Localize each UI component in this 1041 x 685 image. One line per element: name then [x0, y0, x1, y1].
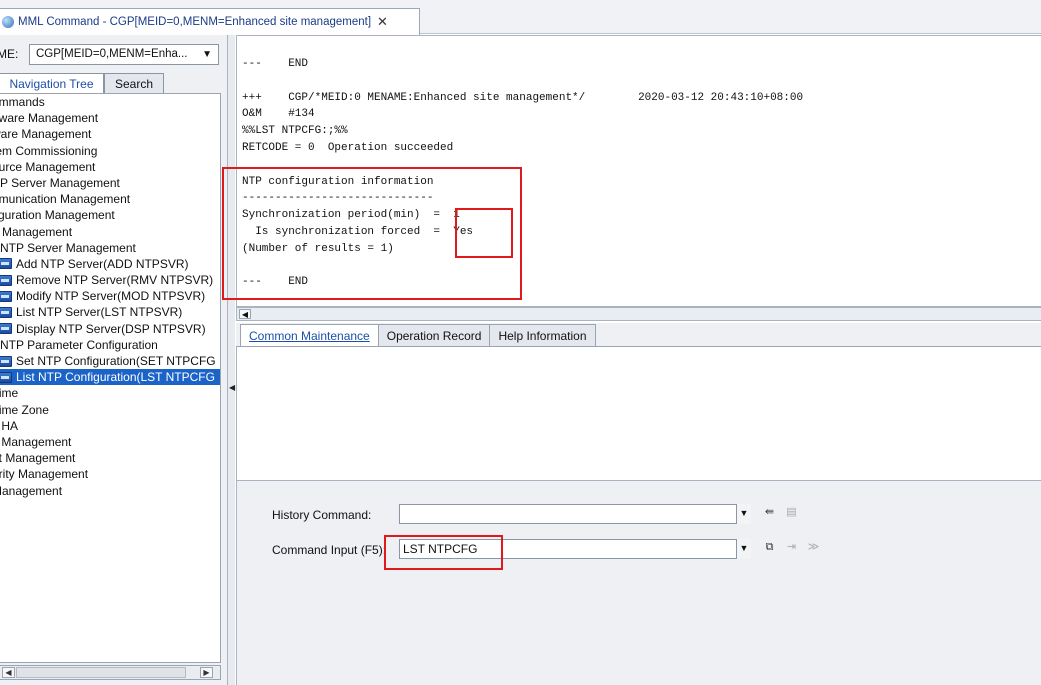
tree-item[interactable]: List NTP Server(LST NTPSVR)	[0, 304, 220, 320]
chevron-down-icon[interactable]: ▼	[736, 539, 751, 559]
output-horizontal-scrollbar[interactable]: ◀	[236, 307, 1041, 321]
tree-item[interactable]: nt Management	[0, 450, 220, 466]
tree-item[interactable]: Modify NTP Server(MOD NTPSVR)	[0, 288, 220, 304]
chevron-down-icon[interactable]: ▼	[736, 504, 751, 524]
tree-item-label: J HA	[0, 418, 19, 433]
command-input-label: Command Input (F5):	[272, 543, 387, 557]
tree-item[interactable]: Display NTP Server(DSP NTPSVR)	[0, 321, 220, 337]
scroll-left-icon[interactable]: ◀	[239, 309, 251, 319]
chevron-down-icon[interactable]: ▼	[202, 49, 212, 60]
globe-icon	[2, 16, 14, 28]
tree-item-label: Set NTP Configuration(SET NTPCFG	[16, 354, 216, 368]
tree-item[interactable]: lt Management	[0, 434, 220, 450]
tree-item-label: e Management	[0, 224, 73, 239]
tab-navigation-tree[interactable]: Navigation Tree	[0, 73, 104, 93]
tab-help-information[interactable]: Help Information	[489, 324, 596, 346]
tree-item[interactable]: Add NTP Server(ADD NTPSVR)	[0, 256, 220, 272]
command-icon	[0, 274, 12, 286]
scroll-right-icon[interactable]: ▶	[200, 667, 213, 678]
clear-history-icon[interactable]: ▤	[783, 505, 800, 522]
tree-item[interactable]: dware Management	[0, 110, 220, 126]
bottom-tabs: Common Maintenance Operation Record Help…	[236, 323, 1041, 347]
tree-item-label: Management	[0, 483, 63, 498]
tab-operation-record[interactable]: Operation Record	[377, 324, 491, 346]
tree-item[interactable]: Time Zone	[0, 402, 220, 418]
tree-item[interactable]: Management	[0, 483, 220, 499]
tree-item[interactable]: figuration Management	[0, 207, 220, 223]
collapse-arrow-icon[interactable]: ◀	[229, 383, 235, 392]
tree-item-label: lt Management	[0, 434, 72, 449]
tab-title: MML Command - CGP[MEID=0,MENM=Enhanced s…	[18, 16, 372, 28]
command-output-text: --- END +++ CGP/*MEID:0 MENAME:Enhanced …	[242, 58, 804, 289]
tree-item-label: Add NTP Server(ADD NTPSVR)	[16, 256, 189, 271]
tree-item[interactable]: urity Management	[0, 466, 220, 482]
tab-common-maintenance[interactable]: Common Maintenance	[240, 324, 379, 346]
tree-item-label: figuration Management	[0, 208, 115, 223]
tree-item-label: ware Management	[0, 127, 92, 142]
ne-dropdown[interactable]: CGP[MEID=0,MENM=Enha... ▼	[29, 43, 219, 65]
command-panel: History Command: ▼ ⇚ ▤ Command Input (F5…	[236, 480, 1041, 685]
tree-item-label: tem Commissioning	[0, 143, 98, 158]
tree-item[interactable]: NTP Server Management	[0, 240, 220, 256]
ne-selector-row: ME: CGP[MEID=0,MENM=Enha... ▼	[0, 43, 219, 65]
tree-item-label: urity Management	[0, 467, 89, 482]
tree-item-label: NTP Server Management	[0, 240, 136, 255]
tree-item-label: NTP Parameter Configuration	[0, 337, 158, 352]
tree-item-label: List NTP Server(LST NTPSVR)	[16, 305, 183, 320]
tree-item-label: nt Management	[0, 451, 76, 466]
tree-item-label: ommands	[0, 95, 45, 109]
navigation-tree: ommands dware Managementware Managementte…	[0, 93, 221, 663]
tree-item[interactable]: nmunication Management	[0, 191, 220, 207]
nav-tabs: Navigation Tree Search	[0, 73, 164, 93]
command-icon	[0, 323, 12, 335]
scroll-left-icon[interactable]: ◀	[2, 667, 15, 678]
mml-command-tab[interactable]: MML Command - CGP[MEID=0,MENM=Enhanced s…	[0, 8, 420, 35]
tree-item[interactable]: ommands	[0, 94, 220, 110]
command-icon	[0, 290, 12, 302]
tree-item-label: dware Management	[0, 111, 99, 126]
tree-item[interactable]: J HA	[0, 418, 220, 434]
command-input-field[interactable]: LST NTPCFG	[399, 539, 749, 559]
ne-label: ME:	[0, 47, 19, 61]
scrollbar-thumb[interactable]	[16, 667, 186, 678]
document-tab-strip: MML Command - CGP[MEID=0,MENM=Enhanced s…	[0, 0, 1041, 35]
tab-search[interactable]: Search	[104, 73, 164, 93]
tree-item[interactable]: Remove NTP Server(RMV NTPSVR)	[0, 272, 220, 288]
command-icon	[0, 355, 12, 367]
execute-history-icon[interactable]: ⇚	[761, 505, 778, 522]
tree-item-label: ource Management	[0, 159, 96, 174]
tree-item[interactable]: Time	[0, 385, 220, 401]
tree-item-label: AP Server Management	[0, 175, 120, 190]
tree-item-label: Time Zone	[0, 402, 49, 417]
tree-item[interactable]: AP Server Management	[0, 175, 220, 191]
output-pane: --- END +++ CGP/*MEID:0 MENAME:Enhanced …	[236, 35, 1041, 307]
tree-item[interactable]: tem Commissioning	[0, 143, 220, 159]
left-panel: ME: CGP[MEID=0,MENM=Enha... ▼ Navigation…	[0, 35, 228, 685]
command-icon	[0, 307, 12, 319]
edit-command-icon[interactable]: ⧉	[761, 540, 778, 557]
tree-horizontal-scrollbar[interactable]: ◀ ▶	[0, 665, 221, 680]
expand-icon[interactable]: ≫	[805, 540, 822, 557]
tree-item-label: List NTP Configuration(LST NTPCFG	[16, 370, 215, 385]
run-command-icon[interactable]: ⇥	[783, 540, 800, 557]
command-icon	[0, 371, 12, 383]
tree-item[interactable]: ware Management	[0, 126, 220, 142]
common-maintenance-area	[236, 347, 1041, 480]
command-icon	[0, 258, 12, 270]
tree-item[interactable]: NTP Parameter Configuration	[0, 337, 220, 353]
history-command-label: History Command:	[272, 508, 372, 522]
ne-dropdown-value: CGP[MEID=0,MENM=Enha...	[36, 48, 188, 60]
tree-item[interactable]: ource Management	[0, 159, 220, 175]
tree-item-label: Display NTP Server(DSP NTPSVR)	[16, 321, 206, 336]
tree-item-label: nmunication Management	[0, 192, 131, 207]
tree-item-label: Remove NTP Server(RMV NTPSVR)	[16, 273, 214, 288]
tree-item[interactable]: Set NTP Configuration(SET NTPCFG	[0, 353, 220, 369]
tree-item-label: Time	[0, 386, 19, 401]
tree-item[interactable]: List NTP Configuration(LST NTPCFG	[0, 369, 220, 386]
tree-item[interactable]: e Management	[0, 224, 220, 240]
tree-item-label: Modify NTP Server(MOD NTPSVR)	[16, 289, 206, 304]
close-icon[interactable]: ✕	[377, 14, 388, 30]
history-command-field[interactable]	[399, 504, 749, 524]
panel-splitter[interactable]: ◀	[228, 35, 235, 685]
